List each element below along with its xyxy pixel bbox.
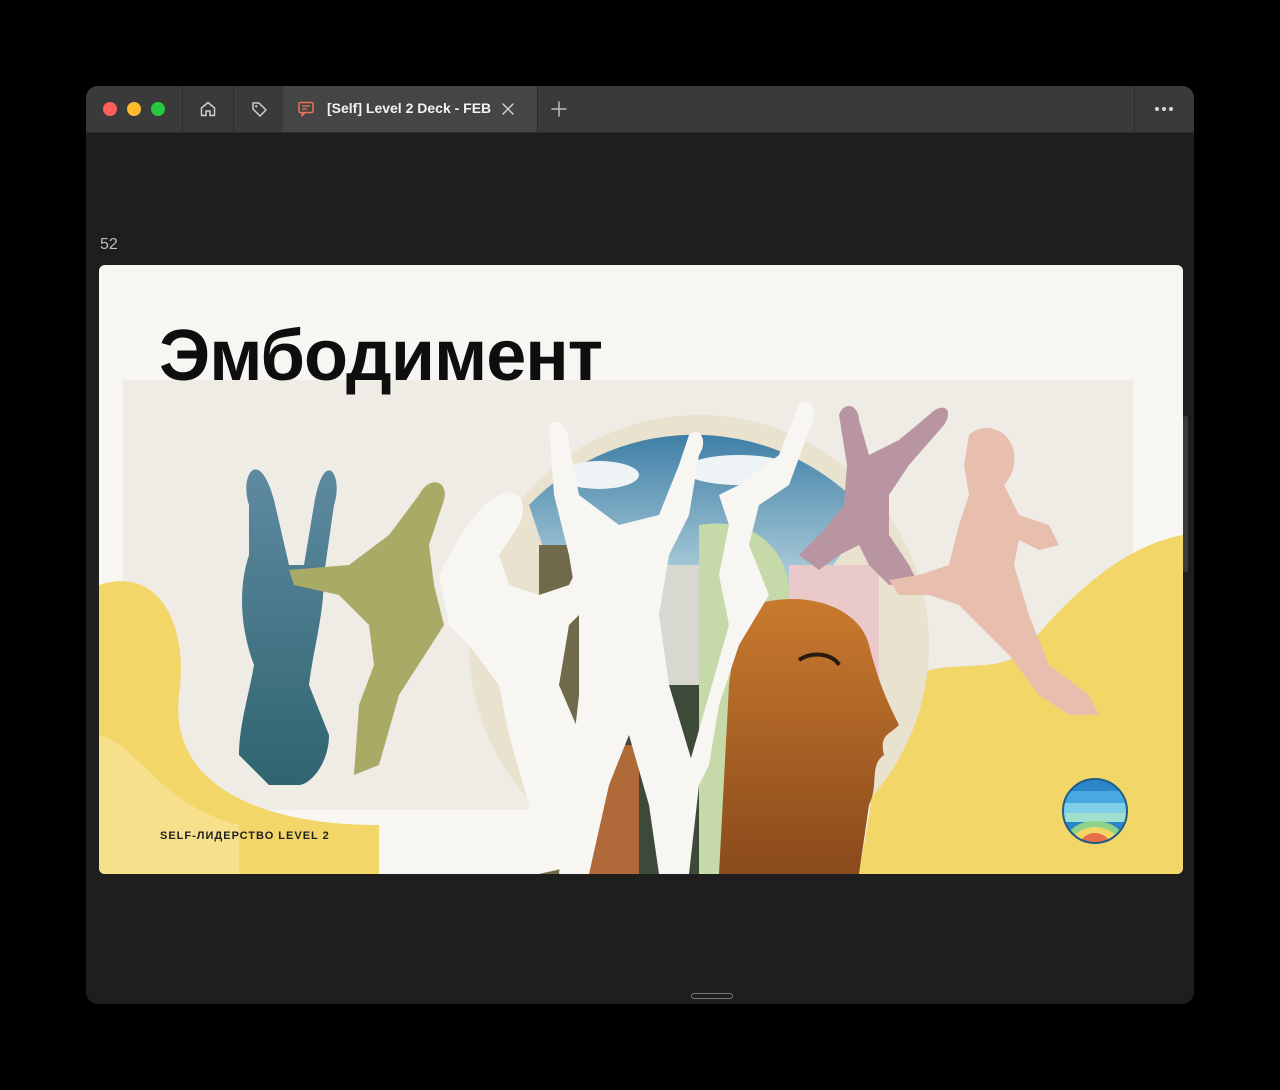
more-icon (1155, 107, 1173, 111)
presentation-icon (298, 101, 314, 117)
close-window-button[interactable] (103, 102, 117, 116)
plus-icon[interactable] (550, 100, 568, 118)
zoom-window-button[interactable] (151, 102, 165, 116)
minimize-window-button[interactable] (127, 102, 141, 116)
tag-icon (252, 102, 267, 117)
scrollbar-thumb[interactable] (1183, 416, 1188, 572)
tags-button[interactable] (234, 86, 284, 132)
app-window: [Self] Level 2 Deck - FEB 52 Эмбодимент … (86, 86, 1194, 1004)
title-bar: [Self] Level 2 Deck - FEB (86, 86, 1194, 133)
divider (537, 86, 538, 132)
tab-label: [Self] Level 2 Deck - FEB (327, 100, 492, 116)
slide-52[interactable]: Эмбодимент SELF-ЛИДЕРСТВО LEVEL 2 (99, 265, 1183, 874)
handle-indicator[interactable] (691, 993, 733, 999)
home-button[interactable] (183, 86, 233, 132)
close-icon[interactable] (500, 101, 516, 117)
more-menu-button[interactable] (1134, 86, 1194, 132)
logo-icon (1062, 778, 1128, 844)
slide-title: Эмбодимент (159, 316, 603, 396)
slide-number: 52 (100, 236, 118, 253)
tab-deck[interactable]: [Self] Level 2 Deck - FEB (283, 86, 537, 132)
home-icon (200, 101, 216, 117)
slide-footer: SELF-ЛИДЕРСТВО LEVEL 2 (160, 830, 330, 842)
